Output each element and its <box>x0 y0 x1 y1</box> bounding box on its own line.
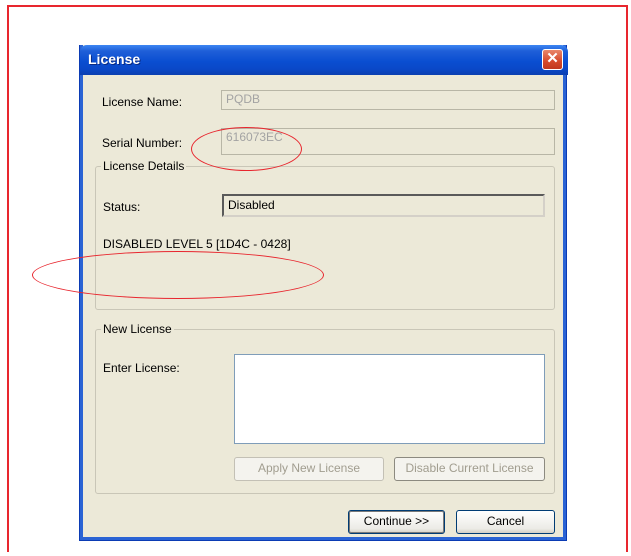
close-icon: ✕ <box>546 50 559 67</box>
license-details-legend: License Details <box>101 159 187 173</box>
enter-license-label: Enter License: <box>103 361 180 375</box>
enter-license-input[interactable] <box>234 354 545 444</box>
new-license-legend: New License <box>101 322 174 336</box>
license-name-field[interactable]: PQDB <box>221 90 555 110</box>
status-field: Disabled <box>222 194 545 217</box>
apply-new-license-button[interactable]: Apply New License <box>234 457 384 481</box>
license-info-text: DISABLED LEVEL 5 [1D4C - 0428] <box>103 237 291 251</box>
annotation-ellipse-serial <box>191 127 302 171</box>
serial-number-label: Serial Number: <box>102 136 183 150</box>
cancel-button[interactable]: Cancel <box>456 510 555 534</box>
license-name-label: License Name: <box>102 95 183 109</box>
status-label: Status: <box>103 200 141 214</box>
title-bar[interactable]: License ✕ <box>80 45 568 75</box>
dialog-title: License <box>88 51 141 67</box>
disable-current-license-button[interactable]: Disable Current License <box>394 457 545 481</box>
continue-button[interactable]: Continue >> <box>348 510 445 534</box>
close-button[interactable]: ✕ <box>542 49 563 70</box>
new-license-group: New License Enter License: Apply New Lic… <box>95 322 555 494</box>
annotation-ellipse-details <box>32 251 324 299</box>
